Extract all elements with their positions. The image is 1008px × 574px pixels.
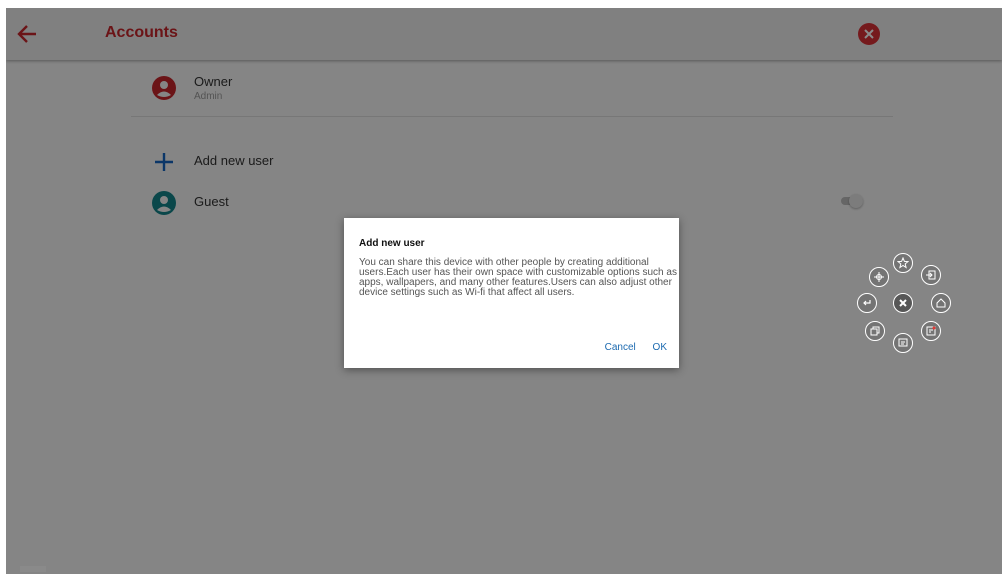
- crosshair-icon: [874, 272, 884, 282]
- comment-button[interactable]: [893, 333, 913, 353]
- back-icon: [863, 300, 871, 306]
- settings-screen: Accounts Owner Admin Add new user Guest: [6, 8, 1002, 574]
- back-nav-button[interactable]: [857, 293, 877, 313]
- crosshair-button[interactable]: [869, 267, 889, 287]
- home-button[interactable]: [931, 293, 951, 313]
- window-icon: [870, 326, 880, 336]
- dialog-message: You can share this device with other peo…: [359, 257, 677, 298]
- cancel-button[interactable]: Cancel: [605, 342, 636, 353]
- window-button[interactable]: [865, 321, 885, 341]
- comment-icon: [898, 338, 908, 347]
- dialog-title: Add new user: [359, 238, 425, 249]
- floating-tool-menu: [857, 251, 951, 353]
- note-icon: [926, 326, 936, 336]
- home-icon: [936, 298, 946, 308]
- exit-icon: [926, 270, 936, 280]
- star-icon: [897, 257, 909, 269]
- close-icon: [899, 299, 907, 307]
- note-button[interactable]: [921, 321, 941, 341]
- menu-close-button[interactable]: [893, 293, 913, 313]
- ok-button[interactable]: OK: [653, 342, 667, 353]
- favorite-button[interactable]: [893, 253, 913, 273]
- add-user-dialog: Add new user You can share this device w…: [344, 218, 679, 368]
- exit-button[interactable]: [921, 265, 941, 285]
- dialog-actions: Cancel OK: [591, 342, 667, 353]
- navigation-handle[interactable]: [20, 566, 46, 572]
